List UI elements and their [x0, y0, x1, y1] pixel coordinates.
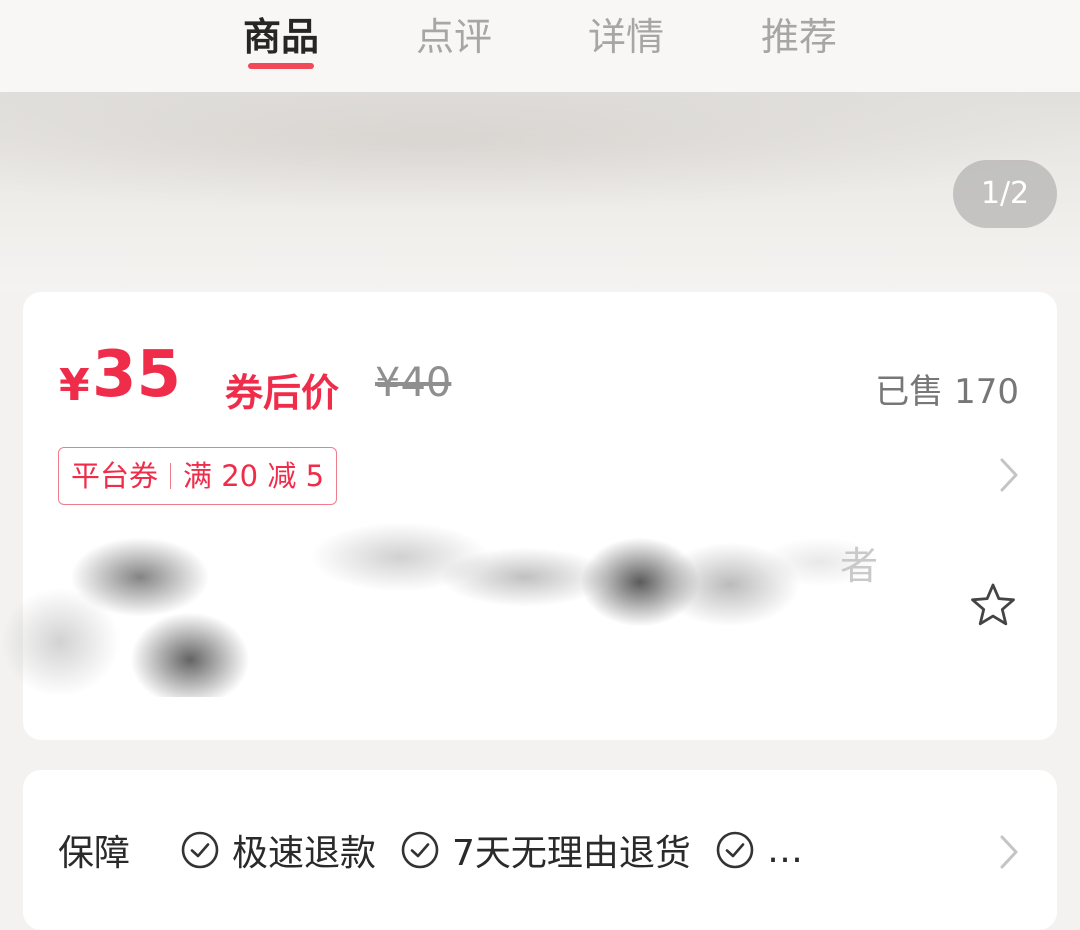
guarantee-row[interactable]: 保障 极速退款 7天无理由退货 … — [58, 822, 1028, 878]
gallery-page-indicator: 1/2 — [953, 160, 1057, 228]
guarantee-more: … — [766, 829, 803, 871]
tab-product[interactable]: 商品 — [243, 6, 319, 61]
coupon-rule: 满 20 减 5 — [183, 459, 325, 493]
chevron-right-icon — [998, 457, 1020, 493]
star-outline-icon[interactable] — [967, 580, 1019, 632]
coupon-divider — [170, 463, 172, 489]
product-title-redacted: 者 — [0, 517, 960, 697]
title-fragment: 者 — [840, 544, 879, 588]
active-tab-indicator — [248, 63, 314, 69]
price-currency: ¥ — [59, 360, 90, 411]
price-value: 35 — [92, 338, 182, 412]
coupon-type: 平台券 — [71, 459, 159, 493]
guarantee-item: … — [715, 830, 803, 871]
guarantee-item: 7天无理由退货 — [400, 824, 691, 876]
coupon-badge: 平台券 满 20 减 5 — [58, 447, 338, 505]
top-tab-bar: 商品 点评 详情 推荐 — [0, 0, 1080, 92]
guarantee-item-label: 极速退款 — [232, 833, 377, 874]
guarantee-item: 极速退款 — [180, 824, 376, 876]
tab-reviews[interactable]: 点评 — [416, 6, 492, 61]
product-info-card: ¥ 35 券后价 ¥40 已售 170 平台券 满 20 减 5 者 — [0, 292, 1057, 740]
chevron-right-icon — [998, 834, 1020, 870]
price-label: 券后价 — [225, 371, 340, 415]
original-price: ¥40 — [375, 360, 452, 406]
gallery-image — [0, 92, 1080, 212]
guarantee-label: 保障 — [58, 833, 131, 874]
sold-count: 已售 170 — [875, 372, 1019, 412]
check-circle-icon — [181, 831, 219, 869]
tab-details[interactable]: 详情 — [588, 6, 664, 61]
coupon-row[interactable]: 平台券 满 20 减 5 — [58, 447, 1018, 507]
product-image-gallery[interactable] — [0, 92, 1080, 292]
guarantee-card: 保障 极速退款 7天无理由退货 … — [23, 770, 1057, 930]
tab-recommend[interactable]: 推荐 — [761, 6, 837, 61]
check-circle-icon — [401, 831, 439, 869]
price-row: ¥ 35 券后价 ¥40 已售 170 — [59, 338, 1019, 420]
guarantee-item-label: 7天无理由退货 — [452, 833, 691, 874]
check-circle-icon — [716, 831, 754, 869]
